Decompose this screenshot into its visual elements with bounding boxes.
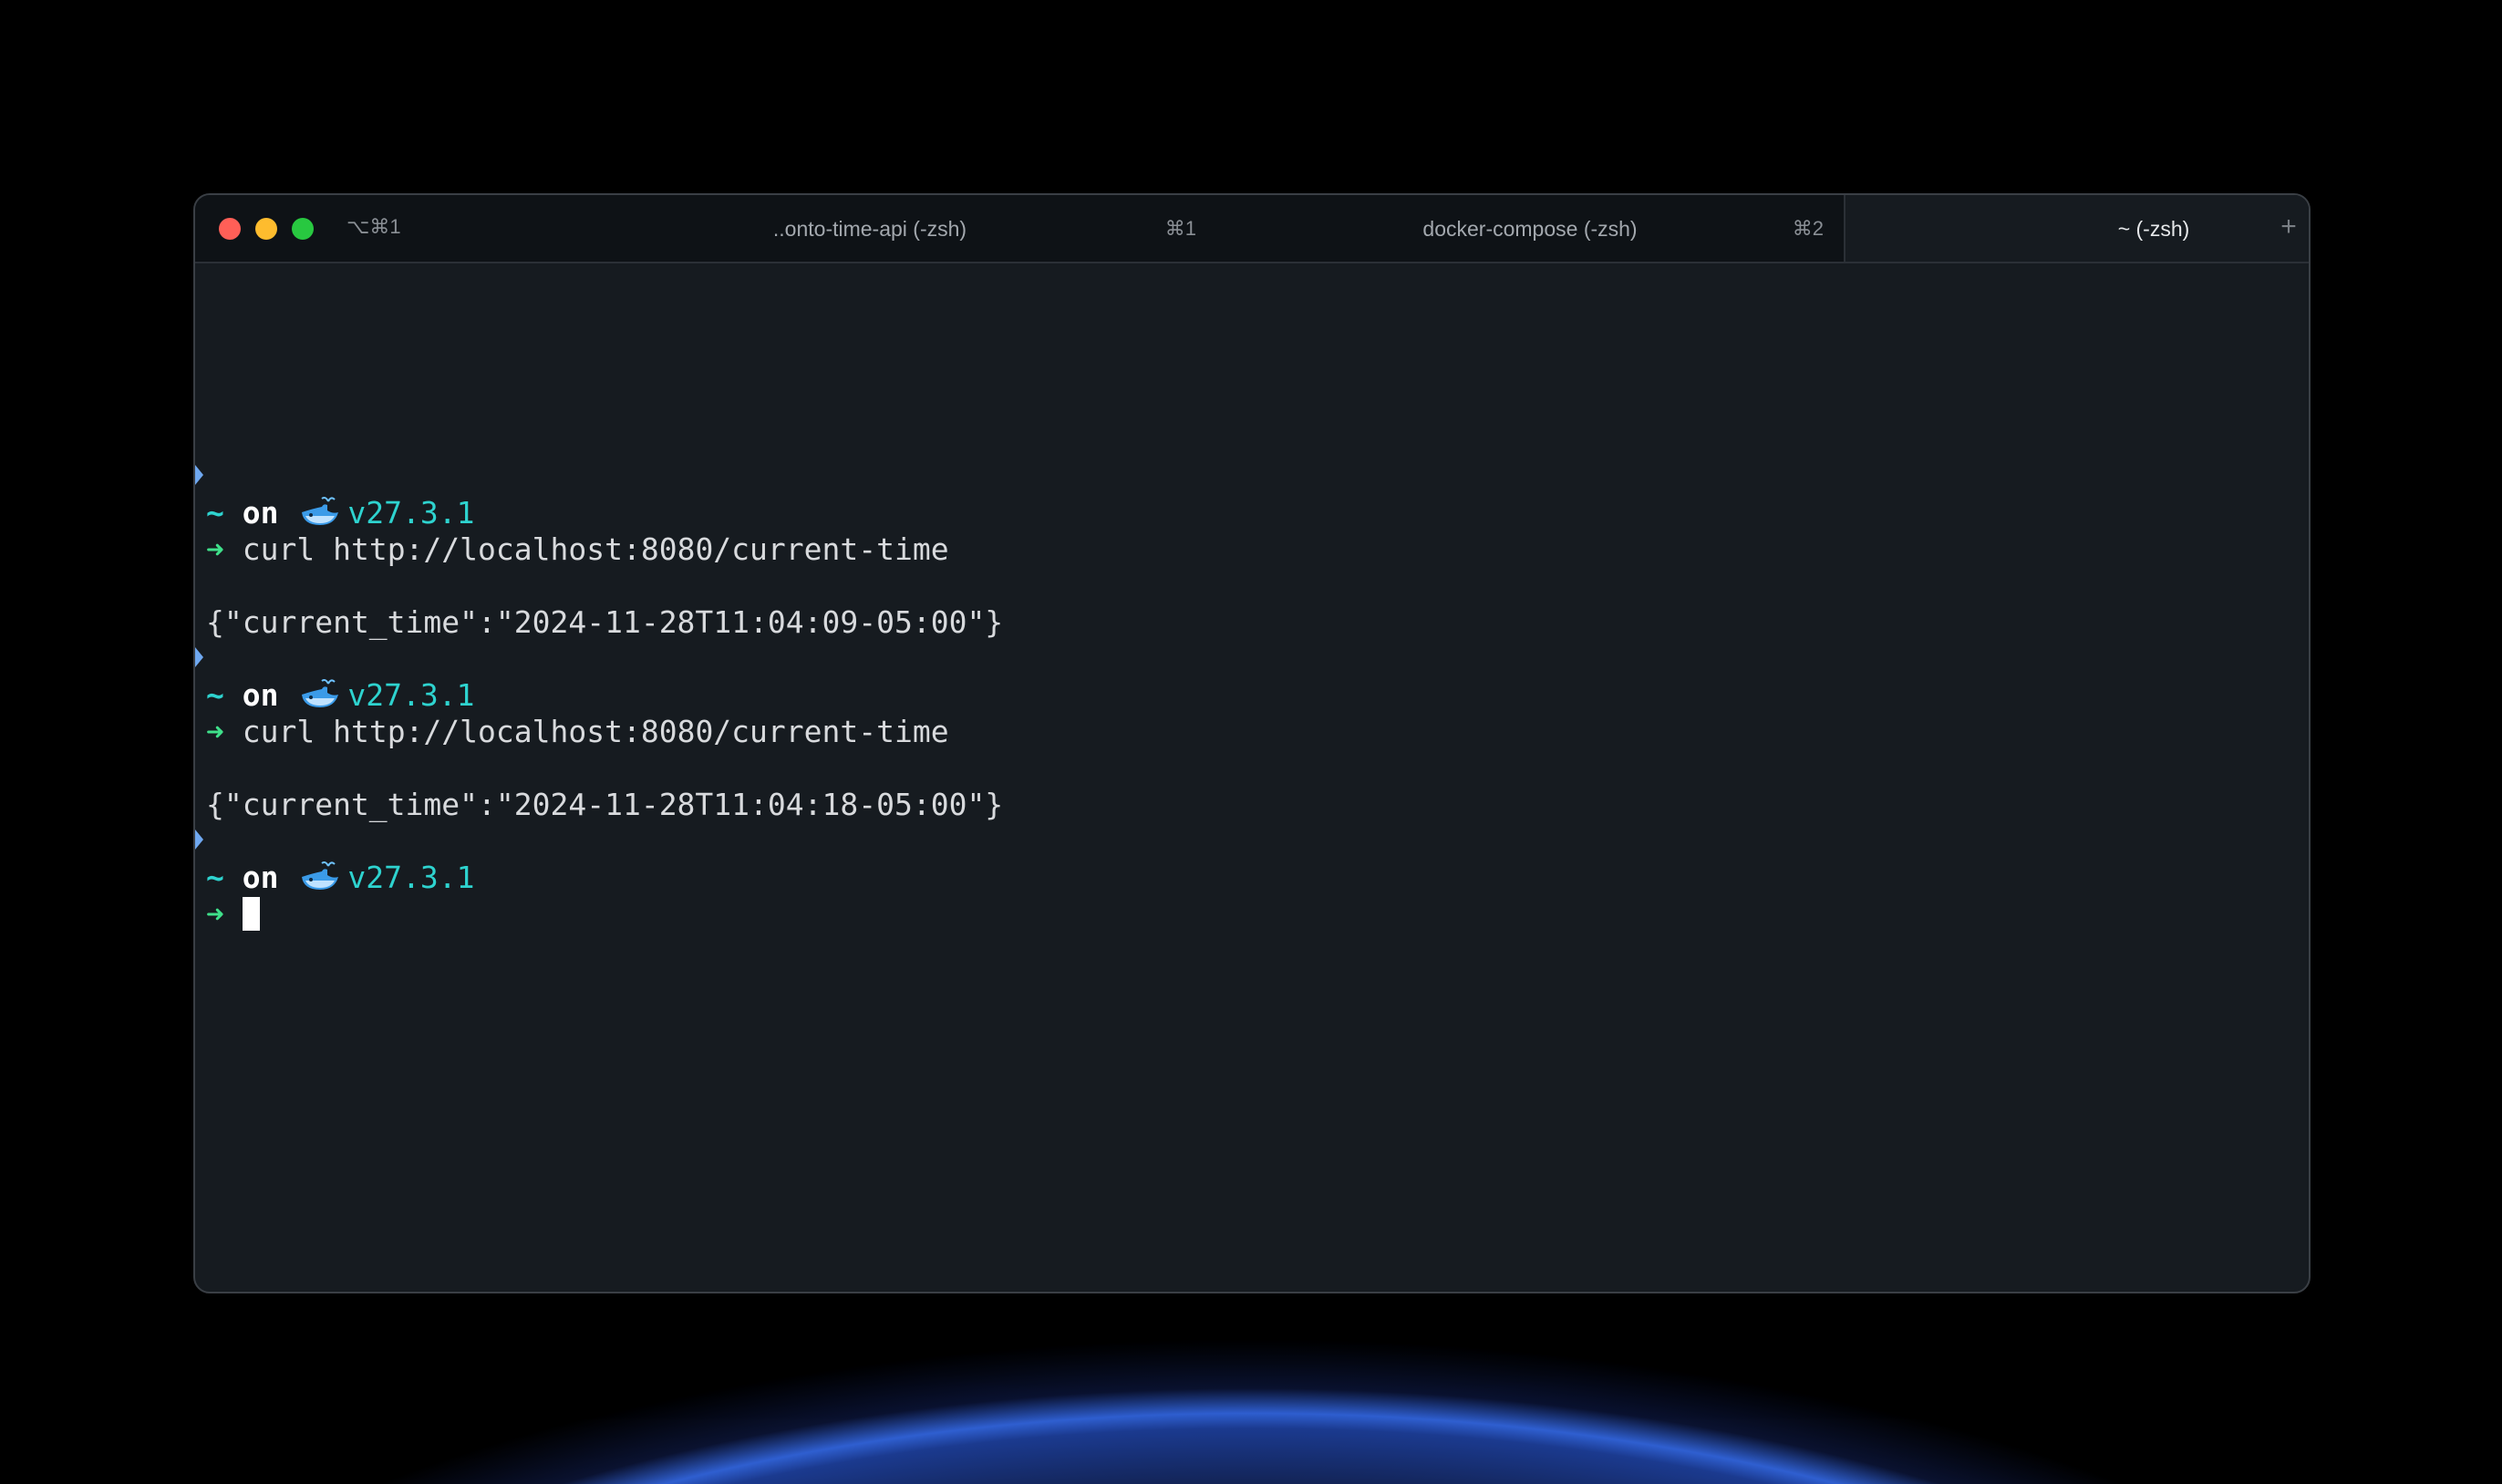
- prompt-marker-icon: [195, 465, 203, 485]
- title-bar: ⌥⌘1 ..onto-time-api (-zsh) ⌘1 docker-com…: [195, 195, 2309, 263]
- text-cursor: [242, 897, 260, 931]
- prompt-marker-icon: [195, 830, 203, 850]
- prompt-line: ~ on v27.3.1: [206, 860, 474, 896]
- tab-label: docker-compose (-zsh): [1422, 217, 1638, 241]
- command-text: curl http://localhost:8080/current-time: [242, 531, 949, 567]
- minimize-button[interactable]: [255, 218, 277, 240]
- prompt-line: ~ on v27.3.1: [206, 495, 474, 531]
- tab-home-active[interactable]: ~ (-zsh) ⌘3: [1844, 195, 2309, 262]
- terminal-content[interactable]: ~ on v27.3.1 ➜ curl http://localhost:808…: [195, 263, 2309, 1292]
- tab-shortcut: ⌘2: [1792, 217, 1824, 240]
- terminal-window: ⌥⌘1 ..onto-time-api (-zsh) ⌘1 docker-com…: [193, 193, 2311, 1293]
- prompt-dir: ~: [206, 860, 224, 895]
- prompt-arrow-icon: ➜: [206, 531, 224, 567]
- prompt-on: on: [242, 495, 279, 531]
- docker-whale-icon: [302, 861, 339, 890]
- maximize-button[interactable]: [292, 218, 314, 240]
- command-line: ➜ curl http://localhost:8080/current-tim…: [206, 714, 949, 750]
- prompt-docker-version: v27.3.1: [347, 860, 475, 895]
- command-line: ➜ curl http://localhost:8080/current-tim…: [206, 531, 949, 568]
- close-button[interactable]: [219, 218, 241, 240]
- command-output: {"current_time":"2024-11-28T11:04:18-05:…: [206, 787, 1004, 822]
- prompt-on: on: [242, 677, 279, 713]
- command-output: {"current_time":"2024-11-28T11:04:09-05:…: [206, 604, 1004, 640]
- prompt-arrow-icon: ➜: [206, 714, 224, 749]
- prompt-docker-version: v27.3.1: [347, 495, 475, 531]
- prompt-arrow-icon: ➜: [206, 896, 224, 932]
- tab-onto-time-api[interactable]: ..onto-time-api (-zsh) ⌘1: [523, 195, 1216, 262]
- prompt-docker-version: v27.3.1: [347, 677, 475, 713]
- docker-whale-icon: [302, 679, 339, 707]
- prompt-dir: ~: [206, 677, 224, 713]
- prompt-dir: ~: [206, 495, 224, 531]
- tab-label: ..onto-time-api (-zsh): [772, 217, 967, 241]
- prompt-line: ~ on v27.3.1: [206, 677, 474, 714]
- tab-shortcut: ⌘1: [1164, 217, 1196, 240]
- tab-docker-compose[interactable]: docker-compose (-zsh) ⌘2: [1216, 195, 1844, 262]
- new-tab-button[interactable]: +: [2269, 195, 2309, 262]
- docker-whale-icon: [302, 497, 339, 525]
- window-shortcut: ⌥⌘1: [346, 215, 401, 238]
- command-text: curl http://localhost:8080/current-time: [242, 714, 949, 749]
- tab-label: ~ (-zsh): [2117, 217, 2190, 241]
- prompt-on: on: [242, 860, 279, 895]
- prompt-marker-icon: [195, 647, 203, 667]
- active-command-line[interactable]: ➜: [206, 896, 260, 933]
